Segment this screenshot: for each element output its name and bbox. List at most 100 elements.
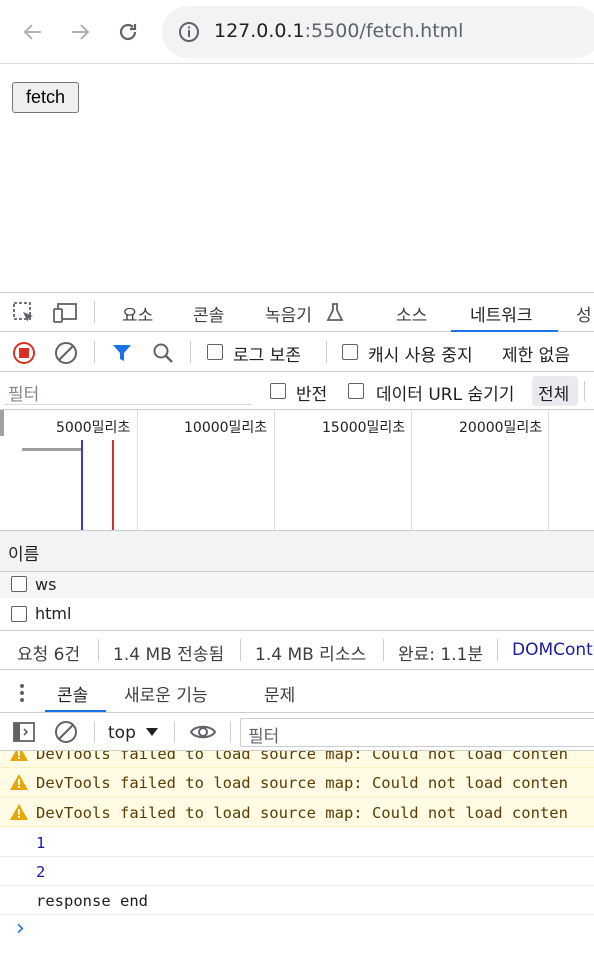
filter-all-button[interactable]: 전체 <box>532 376 578 406</box>
console-prompt[interactable]: › <box>0 915 594 945</box>
drawer-tab-issues[interactable]: 문제 <box>264 681 295 706</box>
overview-tick-label: 10000밀리초 <box>184 420 268 436</box>
disable-cache-checkbox[interactable] <box>342 344 358 360</box>
toolbar-divider <box>230 721 231 743</box>
domcontentloaded-marker <box>81 440 83 530</box>
summary-domcontentloaded: DOMConte <box>512 640 594 660</box>
search-icon[interactable] <box>152 342 174 364</box>
fetch-button[interactable]: fetch <box>12 82 79 113</box>
summary-divider <box>497 639 498 661</box>
hide-data-urls-label: 데이터 URL 숨기기 <box>376 385 515 405</box>
disable-cache-label: 캐시 사용 중지 <box>368 346 473 366</box>
hide-data-urls-checkbox[interactable] <box>348 383 364 399</box>
warning-icon <box>10 774 28 790</box>
device-toolbar-icon[interactable] <box>53 301 79 325</box>
summary-resources: 1.4 MB 리소스 <box>255 645 367 665</box>
overview-tick-label: 15000밀리초 <box>322 420 406 436</box>
throttling-select[interactable]: 제한 없음 <box>502 341 570 366</box>
overview-gridline <box>274 410 275 530</box>
preserve-log-checkbox[interactable] <box>207 344 223 360</box>
console-warning: DevTools failed to load source map: Coul… <box>0 768 594 797</box>
overview-left-handle[interactable] <box>0 410 4 436</box>
console-message-text: 2 <box>36 863 46 881</box>
requests-header[interactable]: 이름 <box>0 531 594 572</box>
overview-gridline <box>411 410 412 530</box>
arrow-right-icon <box>72 24 90 40</box>
context-label: top <box>108 723 136 743</box>
url-text: 127.0.0.1:5500/fetch.html <box>214 20 463 42</box>
summary-requests: 요청 6건 <box>17 645 81 665</box>
preserve-log-label: 로그 보존 <box>233 346 301 366</box>
network-filter-placeholder: 필터 <box>8 385 40 405</box>
toolbar-divider <box>174 721 175 743</box>
toolbar-divider <box>94 341 95 363</box>
sidebar-toggle-icon[interactable] <box>12 721 36 743</box>
overview-gridline <box>137 410 138 530</box>
drawer-active-indicator <box>45 710 106 712</box>
tab-network[interactable]: 네트워크 <box>470 301 533 326</box>
request-name: html <box>35 604 72 623</box>
toolbar-divider <box>94 721 95 743</box>
summary-divider <box>240 639 241 661</box>
console-filter-placeholder: 필터 <box>248 727 280 747</box>
invert-checkbox[interactable] <box>270 383 286 399</box>
drawer-tab-whats-new[interactable]: 새로운 기능 <box>124 681 208 706</box>
console-log: 2 <box>0 857 594 886</box>
clear-icon[interactable] <box>54 341 78 365</box>
overview-request-bar <box>22 448 82 451</box>
console-log: 1 <box>0 828 594 857</box>
url-path: :5500/fetch.html <box>304 20 464 42</box>
console-message-text: DevTools failed to load source map: Coul… <box>36 804 568 822</box>
filter-all-label: 전체 <box>538 385 570 405</box>
prompt-chevron-icon: › <box>16 916 25 941</box>
more-options-icon[interactable] <box>18 682 26 704</box>
console-message-text: response end <box>36 892 148 910</box>
network-filter-input[interactable]: 필터 <box>4 377 252 405</box>
console-warning: DevTools failed to load source map: Coul… <box>0 798 594 827</box>
tab-performance[interactable]: 성 <box>576 301 592 326</box>
arrow-left-icon <box>23 24 41 40</box>
console-message-text: 1 <box>36 834 46 852</box>
drawer-tab-console[interactable]: 콘솔 <box>57 681 88 706</box>
overview-gridline <box>548 410 549 530</box>
forward-button[interactable] <box>62 14 98 50</box>
reload-button[interactable] <box>110 14 146 50</box>
toolbar-divider <box>326 341 327 363</box>
request-row[interactable]: ws <box>0 572 594 598</box>
back-button[interactable] <box>15 14 51 50</box>
tab-divider <box>94 301 95 323</box>
reload-icon <box>119 23 137 41</box>
summary-divider <box>98 639 99 661</box>
overview-tick-label: 5000밀리초 <box>56 420 131 436</box>
console-log: response end <box>0 886 594 915</box>
context-selector[interactable]: top <box>106 721 166 745</box>
request-checkbox[interactable] <box>11 606 27 622</box>
tab-console[interactable]: 콘솔 <box>193 301 224 326</box>
console-warning: DevTools failed to load source map: Coul… <box>0 751 594 768</box>
name-column-header: 이름 <box>8 545 40 565</box>
summary-finish: 완료: 1.1분 <box>398 645 484 665</box>
eye-icon[interactable] <box>189 722 217 742</box>
filter-icon[interactable] <box>111 342 133 364</box>
request-row[interactable]: html <box>0 600 594 628</box>
console-output: DevTools failed to load source map: Coul… <box>0 751 594 968</box>
summary-divider <box>383 639 384 661</box>
console-filter-input[interactable]: 필터 <box>240 718 594 747</box>
address-bar[interactable]: 127.0.0.1:5500/fetch.html <box>162 6 594 58</box>
console-message-text: DevTools failed to load source map: Coul… <box>36 751 568 763</box>
inspect-element-icon[interactable] <box>12 301 36 325</box>
site-info-icon[interactable] <box>178 21 200 43</box>
tab-elements[interactable]: 요소 <box>122 301 153 326</box>
tab-recorder[interactable]: 녹음기 <box>265 301 312 326</box>
clear-console-icon[interactable] <box>54 720 78 744</box>
request-checkbox[interactable] <box>11 576 27 592</box>
invert-label: 반전 <box>296 385 328 405</box>
drawer-tabbar <box>0 671 594 713</box>
record-stop-icon[interactable] <box>12 341 36 365</box>
request-name: ws <box>35 575 57 594</box>
tab-sources[interactable]: 소스 <box>396 301 427 326</box>
browser-toolbar: 127.0.0.1:5500/fetch.html <box>0 0 594 64</box>
warning-icon <box>10 804 28 820</box>
toolbar-divider <box>190 341 191 363</box>
dropdown-triangle-icon <box>146 728 158 736</box>
